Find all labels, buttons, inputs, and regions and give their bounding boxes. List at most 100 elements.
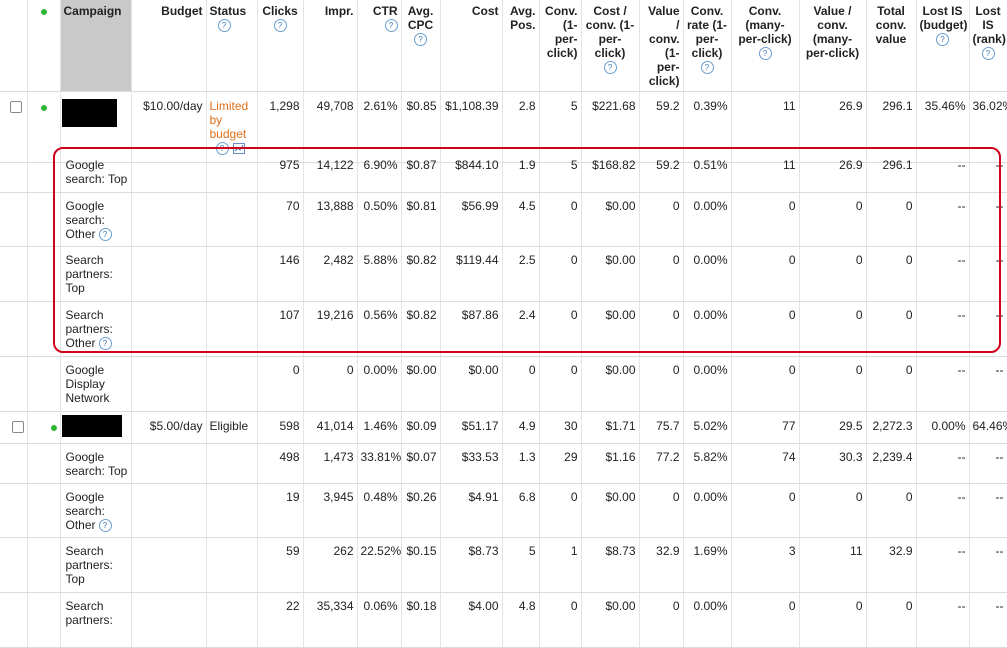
conv_many-cell: 74 xyxy=(731,443,800,484)
impr-cell: 1,473 xyxy=(303,443,358,484)
lost_r-cell: -- xyxy=(969,443,1007,484)
val_many-cell: 0 xyxy=(799,192,867,247)
cost-cell: $56.99 xyxy=(440,192,503,247)
val_many-cell: 0 xyxy=(799,356,867,412)
status-dot-icon xyxy=(50,424,57,431)
rate-cell: 0.00% xyxy=(683,192,732,247)
header-avg-cpc[interactable]: Avg. CPC? xyxy=(401,0,441,92)
clicks-cell: 146 xyxy=(257,246,304,302)
cost_conv1-cell: $1.16 xyxy=(581,443,640,484)
rate-cell: 5.82% xyxy=(683,443,732,484)
header-total-conv-value[interactable]: Total conv. value xyxy=(866,0,917,92)
lost_b-cell: -- xyxy=(916,537,970,593)
help-icon[interactable]: ? xyxy=(758,47,772,61)
cost-cell: $51.17 xyxy=(440,411,503,444)
total-cell: 0 xyxy=(866,301,917,357)
help-icon[interactable]: ? xyxy=(98,227,112,241)
conv1-cell: 30 xyxy=(539,411,582,444)
help-icon[interactable]: ? xyxy=(273,19,287,33)
status-text[interactable]: Limited by budget xyxy=(210,99,257,141)
ctr-cell: 33.81% xyxy=(357,443,402,484)
status-dot-icon xyxy=(40,9,47,15)
header-lost-is-rank[interactable]: Lost IS (rank)? xyxy=(969,0,1007,92)
status-empty xyxy=(206,152,258,193)
clicks-cell: 70 xyxy=(257,192,304,247)
header-cost[interactable]: Cost xyxy=(440,0,503,92)
header-conv-1-per-click[interactable]: Conv. (1-per-click) xyxy=(539,0,582,92)
header-cost-conv-1-per-click[interactable]: Cost / conv. (1-per-click)? xyxy=(581,0,640,92)
header-avg-pos[interactable]: Avg. Pos. xyxy=(502,0,540,92)
pos-cell: 2.5 xyxy=(502,246,540,302)
header-value-conv-1-per-click[interactable]: Value / conv. (1-per-click) xyxy=(639,0,684,92)
total-cell: 32.9 xyxy=(866,537,917,593)
rate-cell: 0.00% xyxy=(683,356,732,412)
rate-cell: 0.51% xyxy=(683,152,732,193)
segment-row: Search partners: Top 59 262 22.52% $0.15 $8.7… xyxy=(0,537,1007,593)
help-icon[interactable]: ? xyxy=(98,336,112,350)
lost_r-cell: -- xyxy=(969,301,1007,357)
val_conv1-cell: 0 xyxy=(639,192,684,247)
lost_b-cell: -- xyxy=(916,443,970,484)
clicks-cell: 498 xyxy=(257,443,304,484)
campaign-name-redacted[interactable] xyxy=(60,411,132,444)
row-checkbox[interactable] xyxy=(0,411,28,444)
header-budget[interactable]: Budget xyxy=(131,0,207,92)
lost_r-cell: -- xyxy=(969,246,1007,302)
conv_many-cell: 77 xyxy=(731,411,800,444)
impr-cell: 0 xyxy=(303,356,358,412)
ctr-cell: 0.00% xyxy=(357,356,402,412)
header-value-conv-many-per-click[interactable]: Value / conv. (many-per-click) xyxy=(799,0,867,92)
rate-cell: 0.00% xyxy=(683,301,732,357)
row-checkbox-empty xyxy=(0,246,28,302)
header-clicks[interactable]: Clicks? xyxy=(257,0,304,92)
ctr-cell: 6.90% xyxy=(357,152,402,193)
segment-row: Google search: Other? 70 13,888 0.50% $0.81 $… xyxy=(0,192,1007,247)
conv_many-cell: 0 xyxy=(731,301,800,357)
segment-label: Google Display Network xyxy=(60,356,132,412)
header-conv-many-per-click[interactable]: Conv. (many-per-click)? xyxy=(731,0,800,92)
impr-cell: 19,216 xyxy=(303,301,358,357)
help-icon[interactable]: ? xyxy=(936,33,949,47)
impr-cell: 14,122 xyxy=(303,152,358,193)
cost_conv1-cell: $0.00 xyxy=(581,301,640,357)
header-ctr[interactable]: CTR? xyxy=(357,0,402,92)
help-icon[interactable]: ? xyxy=(98,518,112,532)
budget-empty xyxy=(131,356,207,412)
help-icon[interactable]: ? xyxy=(384,19,398,33)
row-status-empty xyxy=(27,356,61,412)
clicks-cell: 0 xyxy=(257,356,304,412)
conv1-cell: 0 xyxy=(539,483,582,538)
segment-label-text: Search partners: Top xyxy=(65,543,113,586)
val_many-cell: 26.9 xyxy=(799,152,867,193)
total-cell: 0 xyxy=(866,356,917,412)
header-conv-rate[interactable]: Conv. rate (1-per-click)? xyxy=(683,0,732,92)
header-lost-is-budget[interactable]: Lost IS (budget)? xyxy=(916,0,970,92)
budget-empty xyxy=(131,537,207,593)
header-status[interactable]: Status? xyxy=(206,0,258,92)
budget-empty xyxy=(131,483,207,538)
cost-cell: $119.44 xyxy=(440,246,503,302)
cpc-cell: $0.81 xyxy=(401,192,441,247)
row-checkbox-empty xyxy=(0,301,28,357)
header-impr[interactable]: Impr. xyxy=(303,0,358,92)
conv_many-cell: 0 xyxy=(731,356,800,412)
cost_conv1-cell: $0.00 xyxy=(581,246,640,302)
checkbox-icon[interactable] xyxy=(10,101,22,113)
row-checkbox-empty xyxy=(0,443,28,484)
help-icon[interactable]: ? xyxy=(981,47,995,61)
checkbox-icon[interactable] xyxy=(11,420,24,433)
help-icon[interactable]: ? xyxy=(217,19,231,33)
conv1-cell: 1 xyxy=(539,537,582,593)
header-campaign[interactable]: Campaign xyxy=(60,0,132,92)
help-icon[interactable]: ? xyxy=(414,33,427,47)
val_conv1-cell: 0 xyxy=(639,483,684,538)
segment-label: Search partners: Other? xyxy=(60,301,132,357)
cost_conv1-cell: $8.73 xyxy=(581,537,640,593)
total-cell: 296.1 xyxy=(866,152,917,193)
help-icon[interactable]: ? xyxy=(700,61,714,75)
val_conv1-cell: 0 xyxy=(639,301,684,357)
help-icon[interactable]: ? xyxy=(603,61,617,75)
impr-cell: 41,014 xyxy=(303,411,358,444)
lost_b-cell: -- xyxy=(916,356,970,412)
ctr-cell: 5.88% xyxy=(357,246,402,302)
